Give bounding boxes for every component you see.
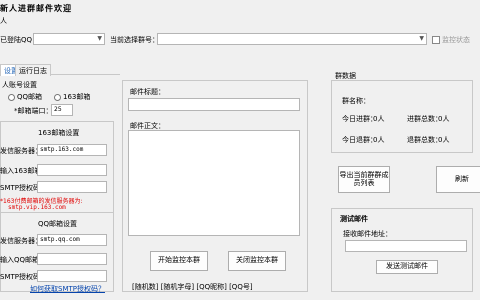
box163-server-input[interactable]: smtp.163.com — [37, 144, 107, 156]
monitor-status-label: 监控状态 — [442, 36, 470, 44]
boxqq-title: QQ邮箱设置 — [38, 220, 78, 228]
qq-label: 已登陆QQ — [0, 36, 33, 44]
radio-qq-mail[interactable]: QQ邮箱 — [8, 92, 42, 102]
start-monitor-button[interactable]: 开始监控本群 — [150, 251, 208, 271]
radio-163-mail[interactable]: 163邮箱 — [54, 92, 90, 102]
qq-select[interactable]: ▼ — [33, 33, 105, 45]
total-in-label: 进群总数： — [407, 115, 442, 123]
boxqq-email-input[interactable] — [37, 253, 107, 265]
boxqq-server-label: 发信服务器： — [0, 237, 42, 245]
boxqq-server-input[interactable]: smtp.qq.com — [37, 234, 107, 246]
today-in-label: 今日进群： — [342, 115, 377, 123]
send-test-button[interactable]: 发送测试邮件 — [376, 260, 438, 274]
test-address-input[interactable] — [345, 240, 467, 252]
test-address-label: 接收邮件地址： — [343, 230, 392, 238]
radio-circle[interactable] — [8, 93, 15, 101]
radio-circle[interactable] — [54, 93, 61, 101]
today-out-label: 今日退群： — [342, 136, 377, 144]
mail-subject-input[interactable] — [128, 98, 300, 111]
account-settings-title: 人账号设置 — [2, 81, 37, 89]
total-out-label: 退群总数： — [407, 136, 442, 144]
chevron-down-icon: ▼ — [97, 35, 102, 42]
mail-variables: [随机数] [随机字母] [QQ昵称] [QQ号] — [132, 283, 253, 291]
tab-run-log[interactable]: 运行日志 — [15, 64, 51, 76]
box163-warning-server: smtp.vip.163.com — [8, 204, 66, 211]
checkbox-box[interactable] — [432, 36, 440, 44]
radio-qq-label: QQ邮箱 — [17, 93, 43, 101]
port-label: *邮箱端口： — [14, 107, 53, 115]
refresh-button[interactable]: 刷新 — [436, 166, 480, 193]
box163-auth-input[interactable] — [37, 181, 107, 193]
port-input[interactable]: 25 — [51, 104, 73, 116]
test-mail-title: 测试邮件 — [340, 215, 368, 223]
box163-server-label: 发信服务器： — [0, 147, 42, 155]
box163-email-input[interactable] — [37, 164, 107, 176]
boxqq-auth-input[interactable] — [37, 270, 107, 282]
group-name-label: 群名称： — [342, 97, 370, 105]
smtp-help-link[interactable]: 如何获取SMTP授权码？ — [30, 284, 105, 294]
box163-title: 163邮箱设置 — [38, 129, 80, 137]
export-members-button[interactable]: 导出当前群群成员列表 — [338, 166, 390, 193]
group-select[interactable]: ▼ — [157, 33, 427, 45]
monitor-status-checkbox[interactable]: 监控状态 — [432, 35, 470, 45]
chevron-down-icon: ▼ — [419, 35, 424, 42]
mail-subject-label: 邮件标题： — [130, 88, 165, 96]
today-in-value: 0人 — [373, 115, 385, 123]
window-title: 新人进群邮件欢迎 — [0, 4, 72, 13]
total-out-value: 0人 — [438, 136, 450, 144]
mail-body-textarea[interactable] — [128, 130, 300, 236]
group-label: 当前选择群号： — [110, 36, 159, 44]
stop-monitor-button[interactable]: 关闭监控本群 — [228, 251, 286, 271]
window-subtitle: 人 — [0, 17, 7, 25]
radio-163-label: 163邮箱 — [63, 93, 91, 101]
total-in-value: 0人 — [438, 115, 450, 123]
today-out-value: 0人 — [373, 136, 385, 144]
